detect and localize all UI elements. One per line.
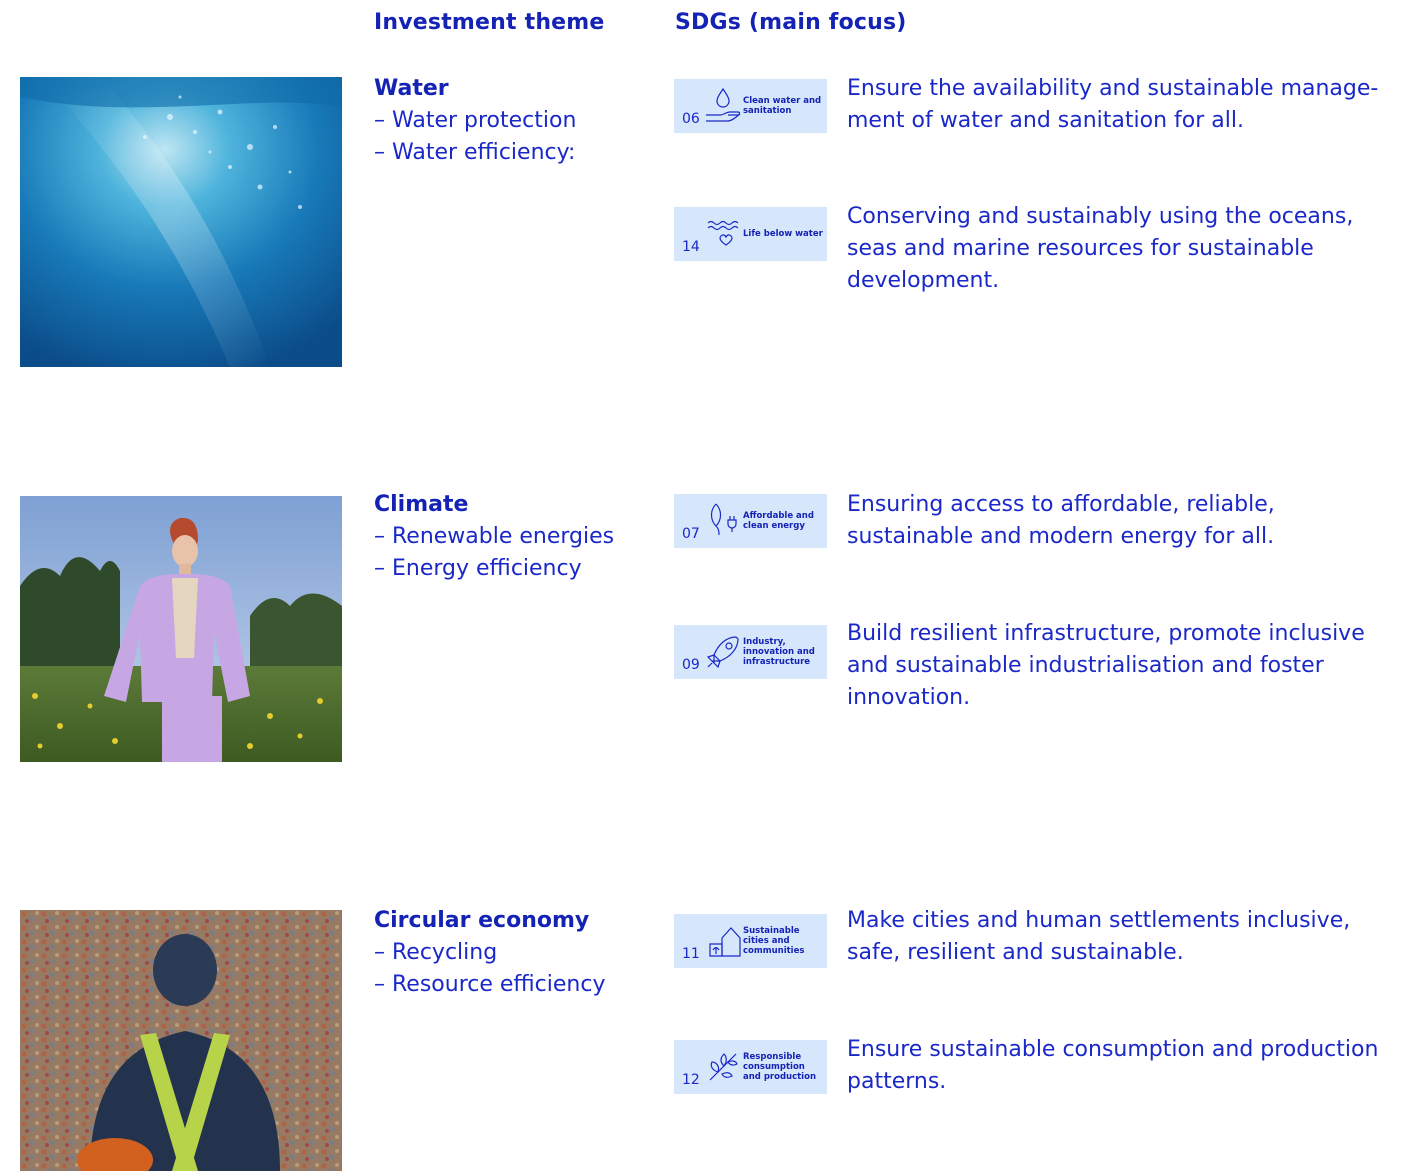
sdg-badge-12: 12 Responsible consumption and productio… — [674, 1040, 827, 1094]
sdg-number: 14 — [682, 239, 700, 255]
sdgs-header: SDGs (main focus) — [675, 10, 907, 35]
theme-circular-economy: Circular economy – Recycling – Resource … — [374, 905, 664, 1001]
sdg-description: Ensure the availability and sustainable … — [847, 76, 1379, 133]
sdg-description: Ensuring access to affordable, reliable,… — [847, 492, 1275, 549]
theme-title: Water — [374, 76, 449, 101]
recycling-worker-photo — [20, 910, 342, 1171]
theme-item: – Recycling — [374, 940, 498, 965]
sdg-badge-09: 09 Industry, innovation and infrastructu… — [674, 625, 827, 679]
sdg-badge-07: 07 Affordable and clean energy — [674, 494, 827, 548]
sdg-number: 06 — [682, 111, 700, 127]
energy-plug-icon — [710, 503, 737, 536]
theme-climate: Climate – Renewable energies – Energy ef… — [374, 489, 664, 585]
sdg-badge-11: 11 Sustainable cities and communities — [674, 914, 827, 968]
woman-in-field-photo — [20, 496, 342, 762]
theme-item: – Renewable energies — [374, 524, 615, 549]
sdg-badge-14: 14 Life below water — [674, 207, 827, 261]
sdg-description: Ensure sustainable consumption and produ… — [847, 1037, 1379, 1094]
sdg-number: 09 — [682, 657, 700, 673]
theme-title: Circular economy — [374, 908, 590, 933]
sdg-label: Sustainable cities and communities — [743, 926, 805, 956]
water-drop-hand-icon — [706, 87, 741, 122]
sdg-label: Life below water — [743, 229, 823, 239]
rocket-icon — [706, 636, 739, 669]
waves-heart-icon — [707, 220, 739, 246]
buildings-icon — [709, 927, 741, 957]
sdg-number: 11 — [682, 946, 700, 962]
theme-water: Water – Water protection – Water efficie… — [374, 73, 664, 169]
sdg-number: 07 — [682, 526, 700, 542]
underwater-photo — [20, 77, 342, 367]
sdg-label: Clean water and sanitation — [743, 96, 822, 116]
investment-theme-header: Investment theme — [374, 10, 605, 35]
theme-item: – Water protection — [374, 108, 577, 133]
theme-item: – Water efficiency: — [374, 140, 576, 165]
sdg-description: Make cities and human settlements inclus… — [847, 908, 1351, 965]
leaf-branch-icon — [709, 1053, 738, 1081]
sdg-description: Build resilient infrastructure, promote … — [847, 621, 1365, 710]
sdg-description: Conserving and sustainably using the oce… — [847, 204, 1354, 293]
theme-title: Climate — [374, 492, 469, 517]
theme-item: – Resource efficiency — [374, 972, 606, 997]
sdg-number: 12 — [682, 1072, 700, 1088]
sdg-label: Industry, innovation and infrastructure — [743, 637, 815, 667]
theme-item: – Energy efficiency — [374, 556, 582, 581]
sdg-label: Affordable and clean energy — [743, 511, 814, 531]
sdg-label: Responsible consumption and production — [743, 1052, 816, 1082]
sdg-badge-06: 06 Clean water and sanitation — [674, 79, 827, 133]
